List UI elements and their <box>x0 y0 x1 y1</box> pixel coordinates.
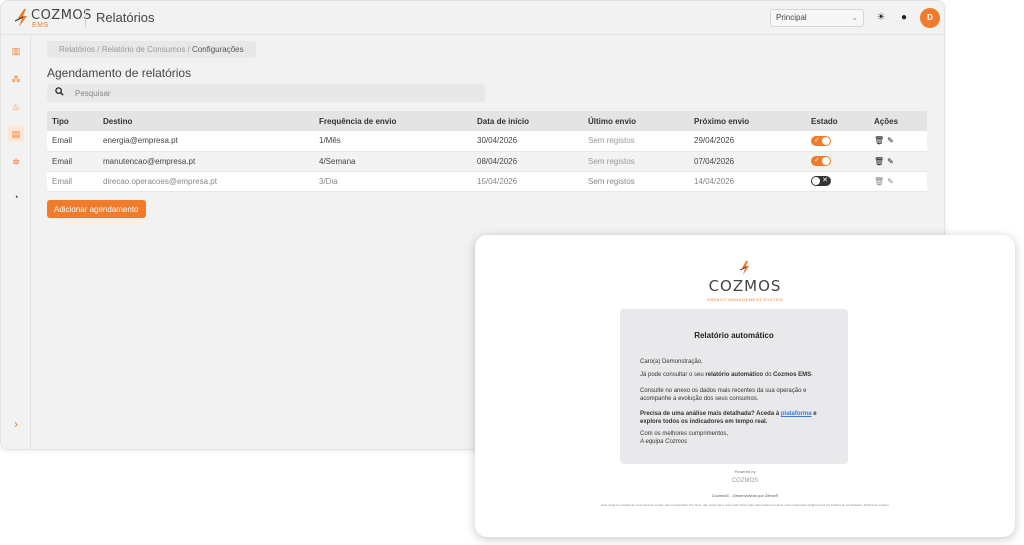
pencil-icon[interactable]: ✎ <box>887 177 894 186</box>
status-toggle[interactable]: ✕ <box>811 176 831 186</box>
email-logo-tag: ENERGY MANAGEMENT SYSTEM <box>706 297 784 302</box>
col-data-inicio[interactable]: Data de início <box>472 111 583 131</box>
cell-data-inicio: 30/04/2026 <box>472 131 583 152</box>
site-selector-value: Principal <box>776 13 807 22</box>
sun-icon[interactable]: ☀ <box>873 10 889 26</box>
email-powered-by: Powered by <box>734 469 756 474</box>
email-logo-word: COZMOS <box>708 277 782 295</box>
table-row: Email direcao.operacoes@empresa.pt 3/Dia… <box>47 171 927 192</box>
page-title: Agendamento de relatórios <box>47 66 192 80</box>
table-row: Email energia@empresa.pt 1/Mês 30/04/202… <box>47 131 927 152</box>
breadcrumb-separator: / <box>187 45 190 54</box>
brand-logo[interactable]: COZMOS EMS <box>15 7 91 31</box>
email-line3: Precisa de uma análise mais detalhada? A… <box>640 411 817 425</box>
col-tipo[interactable]: Tipo <box>47 111 98 131</box>
brand-name: COZMOS <box>31 8 92 23</box>
email-team: A equipa Cozmos <box>640 439 688 445</box>
sidebar: ▥ ⁂ ♨ ▤ ✲ ◔ › <box>1 35 31 449</box>
chart-icon[interactable]: ▥ <box>8 43 24 59</box>
gear-icon[interactable]: ✲ <box>8 154 24 170</box>
breadcrumb-current: Configurações <box>192 45 244 54</box>
cell-destino: manutencao@empresa.pt <box>98 151 314 172</box>
cell-acoes: 🗑 ✎ <box>869 171 927 192</box>
cell-ultimo-envio: Sem registos <box>583 131 689 152</box>
page-section-title: Relatórios <box>96 10 155 25</box>
trash-icon[interactable]: 🗑 <box>874 136 884 145</box>
document-icon[interactable]: ▤ <box>8 126 24 142</box>
email-footer-logo: COZMOS <box>731 478 759 484</box>
col-destino[interactable]: Destino <box>98 111 314 131</box>
pencil-icon[interactable]: ✎ <box>887 157 894 166</box>
breadcrumb-separator: / <box>97 45 100 54</box>
trash-icon[interactable]: 🗑 <box>874 177 884 186</box>
network-icon[interactable]: ⁂ <box>8 71 24 87</box>
cell-destino: direcao.operacoes@empresa.pt <box>98 171 314 192</box>
bolt-icon <box>15 9 27 27</box>
cell-frequencia: 1/Mês <box>314 131 472 152</box>
cell-estado: ✓ <box>806 151 869 172</box>
breadcrumb-item-consumption[interactable]: Relatório de Consumos <box>102 45 186 54</box>
table-row: Email manutencao@empresa.pt 4/Semana 08/… <box>47 151 927 172</box>
cell-frequencia: 4/Semana <box>314 151 472 172</box>
cell-ultimo-envio: Sem registos <box>583 151 689 172</box>
cell-proximo-envio: 07/04/2026 <box>689 151 806 172</box>
email-preview: COZMOS ENERGY MANAGEMENT SYSTEM Relatóri… <box>475 235 1015 537</box>
search-bar <box>47 84 485 102</box>
chevron-right-icon[interactable]: › <box>8 416 24 432</box>
status-toggle[interactable]: ✓ <box>811 135 831 146</box>
cell-data-inicio: 15/04/2026 <box>472 171 583 192</box>
col-acoes: Ações <box>869 111 927 131</box>
col-frequencia[interactable]: Frequência de envio <box>314 111 472 131</box>
bolt-icon <box>740 261 749 275</box>
col-proximo-envio[interactable]: Próximo envio <box>689 111 806 131</box>
email-card: Relatório automático Caro(a) Demonstraçã… <box>620 309 848 464</box>
cell-proximo-envio: 14/04/2026 <box>689 171 806 192</box>
platform-link[interactable]: plataforma <box>781 411 812 417</box>
cell-tipo: Email <box>47 151 98 172</box>
breadcrumb-item-reports[interactable]: Relatórios <box>59 45 95 54</box>
flame-icon[interactable]: ♨ <box>8 99 24 115</box>
cell-tipo: Email <box>47 171 98 192</box>
trash-icon[interactable]: 🗑 <box>874 157 884 166</box>
site-selector[interactable]: Principal ⌄ <box>770 9 864 27</box>
cell-tipo: Email <box>47 131 98 152</box>
schedules-table: Tipo Destino Frequência de envio Data de… <box>47 111 927 192</box>
breadcrumb: Relatórios / Relatório de Consumos / Con… <box>47 41 256 58</box>
table-header-row: Tipo Destino Frequência de envio Data de… <box>47 111 927 131</box>
cell-frequencia: 3/Dia <box>314 171 472 192</box>
header-divider <box>85 9 86 27</box>
brand-sub: EMS <box>32 22 49 29</box>
lightbulb-icon[interactable]: ● <box>896 10 912 26</box>
email-footer-dev: Cozmos© - Desenvolvido por Zébra® <box>711 493 779 498</box>
status-toggle[interactable]: ✓ <box>811 156 831 166</box>
gauge-icon[interactable]: ◔ <box>8 189 24 205</box>
cell-destino: energia@empresa.pt <box>98 131 314 152</box>
cell-acoes: 🗑 ✎ <box>869 151 927 172</box>
email-greeting: Caro(a) Demonstração, <box>640 359 703 365</box>
cell-acoes: 🗑 ✎ <box>869 131 927 152</box>
chevron-down-icon: ⌄ <box>851 13 858 22</box>
email-logo: COZMOS ENERGY MANAGEMENT SYSTEM <box>475 261 1015 302</box>
top-bar: COZMOS EMS Relatórios Principal ⌄ ☀ ● D <box>1 1 944 35</box>
add-schedule-button[interactable]: Adicionar agendamento <box>47 200 146 218</box>
cell-ultimo-envio: Sem registos <box>583 171 689 192</box>
email-signoff: Com os melhores cumprimentos, <box>640 431 729 437</box>
col-ultimo-envio[interactable]: Último envio <box>583 111 689 131</box>
cell-proximo-envio: 29/04/2026 <box>689 131 806 152</box>
email-footer-disclaimer: Este email foi enviado de uma conta de c… <box>601 503 889 507</box>
cell-estado: ✓ <box>806 131 869 152</box>
avatar[interactable]: D <box>920 8 940 28</box>
search-icon <box>55 87 64 98</box>
email-line2: Consulte no anexo os dados mais recentes… <box>640 388 807 402</box>
email-title: Relatório automático <box>694 331 774 340</box>
pencil-icon[interactable]: ✎ <box>887 136 894 145</box>
col-estado[interactable]: Estado <box>806 111 869 131</box>
cell-estado: ✕ <box>806 171 869 192</box>
email-line1: Já pode consultar o seu relatório automá… <box>640 372 813 378</box>
cell-data-inicio: 08/04/2026 <box>472 151 583 172</box>
search-input[interactable] <box>75 86 475 100</box>
